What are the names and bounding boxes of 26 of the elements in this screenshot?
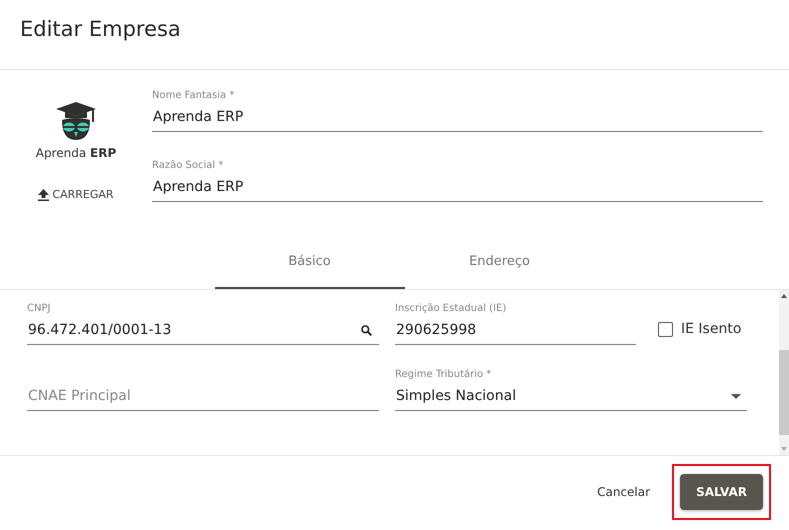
search-icon[interactable] [361, 325, 372, 336]
scrollbar-thumb[interactable] [779, 350, 789, 435]
dialog-title: Editar Empresa [0, 0, 789, 70]
save-button[interactable]: SALVAR [680, 474, 763, 510]
input-field[interactable]: Aprenda ERP [152, 103, 763, 132]
input-field[interactable]: CNAE Principal [27, 382, 379, 411]
tab[interactable]: Endereço [404, 240, 594, 289]
field-label: Nome Fantasia * [152, 90, 236, 103]
tab[interactable]: Básico [214, 240, 404, 289]
checkbox-label: IE Isento [681, 321, 742, 337]
input-field[interactable]: 290625998 [395, 316, 636, 345]
checkbox[interactable] [658, 322, 673, 336]
dropdown[interactable]: Simples Nacional [395, 382, 747, 411]
upload-icon [38, 188, 50, 200]
field-label: Inscrição Estadual (IE) [395, 303, 508, 316]
logo-text: Aprenda ERP [36, 146, 116, 160]
field-label: Razão Social * [152, 160, 224, 173]
input-field[interactable]: Aprenda ERP [152, 173, 763, 202]
cancel-button[interactable]: Cancelar [581, 475, 666, 509]
field-label: CNPJ [27, 303, 52, 316]
scrollbar-track[interactable] [779, 290, 789, 455]
caret-icon [731, 394, 741, 398]
scroll-up-icon[interactable] [781, 294, 787, 298]
input-field[interactable]: 96.472.401/0001-13 [27, 316, 379, 345]
field-label: Regime Tributário * [395, 369, 492, 382]
upload-button[interactable]: CARREGAR [38, 188, 114, 201]
